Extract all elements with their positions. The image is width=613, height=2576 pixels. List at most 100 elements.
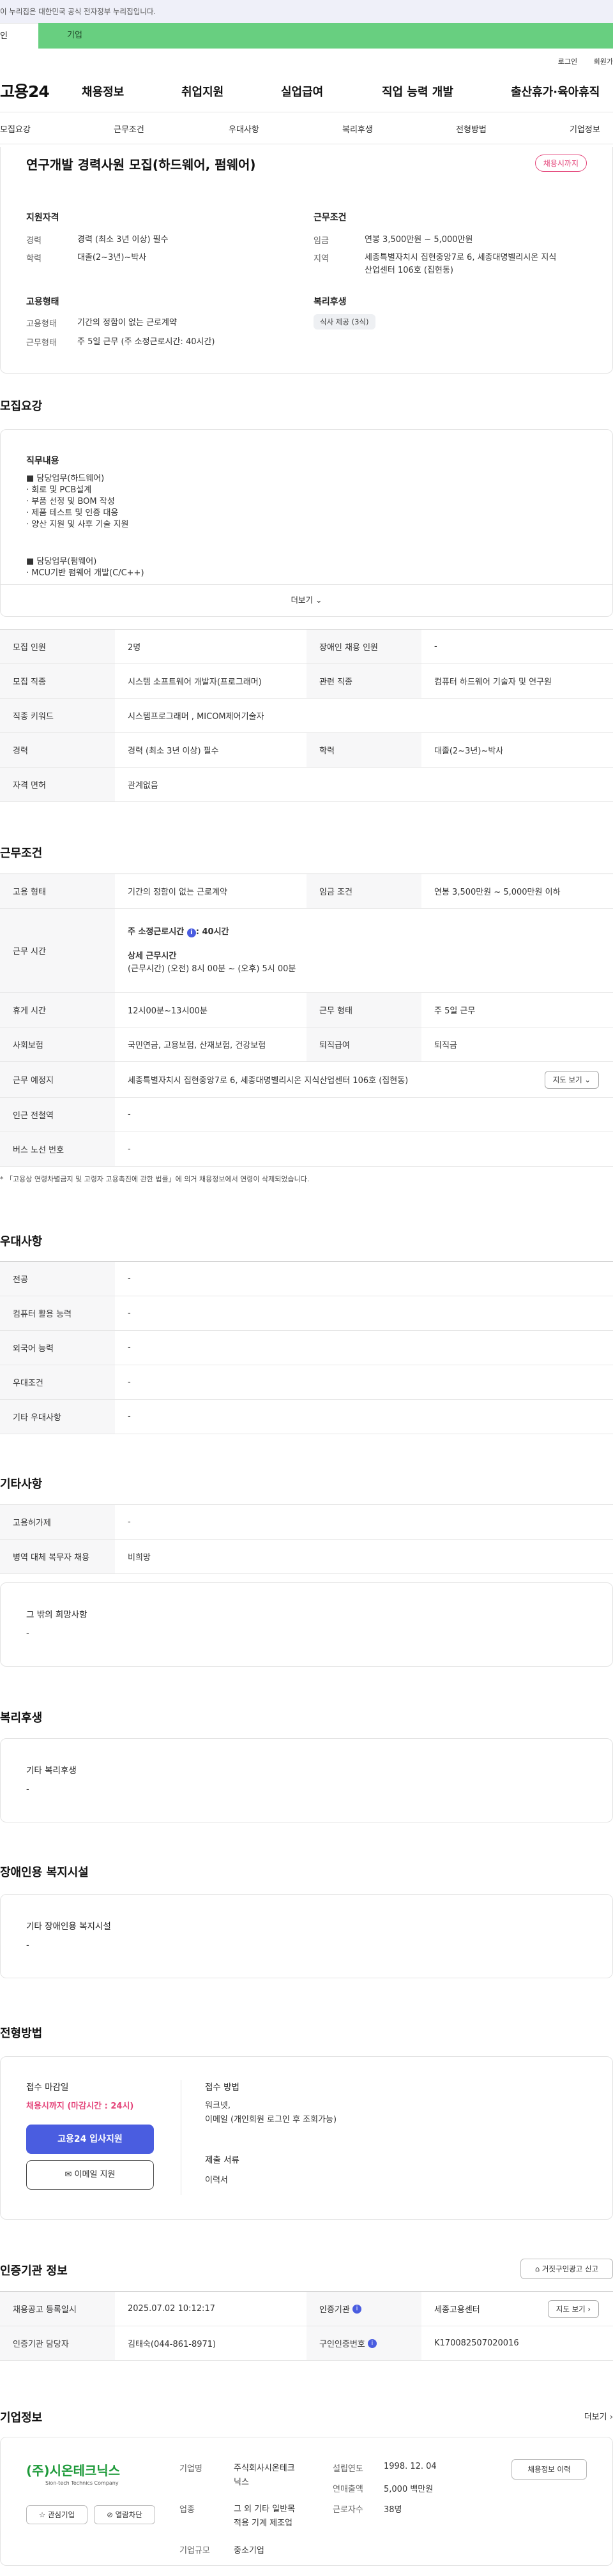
td: 2025.07.02 10:12:17 xyxy=(128,2304,215,2314)
th: 직종 키워드 xyxy=(0,699,115,732)
industry-value: 그 외 기타 일반목 적용 기계 제조업 xyxy=(234,2503,295,2531)
size-value: 중소기업 xyxy=(234,2546,264,2556)
apply-button[interactable]: 고용24 입사지원 xyxy=(26,2125,154,2154)
recruit-table: 모집 인원 2명 장애인 채용 인원 - 모집 직종 시스템 소프트웨어 개발자(프로그… xyxy=(0,629,613,802)
td: 연봉 3,500만원 ~ 5,000만원 이하 xyxy=(434,888,561,897)
td: 비희망 xyxy=(128,1553,151,1563)
td: 관계없음 xyxy=(128,781,158,791)
industry-label: 업종 xyxy=(179,2505,195,2515)
th: 모집 직종 xyxy=(0,664,115,698)
th: 경력 xyxy=(0,733,115,767)
welfare-box-title: 기타 복리후생 xyxy=(26,1766,77,1776)
section-title-recruit: 모집요강 xyxy=(0,400,43,413)
th: 구인인증번호 i xyxy=(306,2326,421,2360)
value: 경력 (최소 3년 이상) 필수 xyxy=(77,235,169,245)
td: 국민연금, 고용보험, 산재보험, 건강보험 xyxy=(128,1041,266,1050)
duty-lines: ■ 담당업무(하드웨어) · 회로 및 PCB설계 · 부품 선정 및 BOM … xyxy=(26,473,144,579)
th: 기타 우대사항 xyxy=(0,1400,115,1434)
company-more-link[interactable]: 더보기 › xyxy=(584,2410,613,2422)
favorite-company-button[interactable]: ☆ 관심기업 xyxy=(26,2505,87,2524)
th: 고용 형태 xyxy=(0,874,115,908)
company-name-value: 주식회사시온테크 닉스 xyxy=(234,2462,295,2490)
hiring-history-button[interactable]: 채용정보 이력 xyxy=(511,2459,587,2480)
duty-line: ■ 담당업무(펌웨어) xyxy=(26,557,97,566)
job-title: 연구개발 경력사원 모집(하드웨어, 펌웨어) xyxy=(26,157,256,172)
deadline-value: 채용시까지 (마감시간 : 24시) xyxy=(26,2102,134,2111)
label: 지역 xyxy=(314,254,329,264)
cert-map-button[interactable]: 지도 보기 › xyxy=(547,2300,599,2318)
td: 컴퓨터 하드웨어 기술자 및 연구원 xyxy=(434,678,552,687)
age-note: * 「고용상 연령차별금지 및 고령자 고용촉진에 관한 법률」에 의거 채용정… xyxy=(0,1175,310,1183)
subnav-recruit[interactable]: 모집요강 xyxy=(0,123,31,135)
info-icon[interactable]: i xyxy=(186,928,196,937)
global-nav: 고용24 채용정보 취업지원 실업급여 직업 능력 개발 출산휴가·육아휴직 xyxy=(0,69,613,112)
cond-heading: 근무조건 xyxy=(314,213,347,223)
gnb-employment-support[interactable]: 취업지원 xyxy=(181,83,223,100)
th: 전공 xyxy=(0,1262,115,1296)
gnb-unemployment-benefit[interactable]: 실업급여 xyxy=(281,83,323,100)
value: 주 5일 근무 (주 소정근로시간: 40시간) xyxy=(77,337,215,347)
etc-box-title: 그 밖의 희망사항 xyxy=(26,1610,87,1620)
td: - xyxy=(128,1343,131,1352)
join-link[interactable]: 회원가 xyxy=(594,57,613,66)
top-tabs: 인 기업 xyxy=(0,23,613,49)
more-label: 더보기 xyxy=(584,2413,607,2422)
table-row: 버스 노선 번호 - xyxy=(0,1132,613,1167)
emp-type: 고용형태 기간의 정함이 없는 근로계약 xyxy=(26,317,177,330)
section-title-conditions: 근무조건 xyxy=(0,847,43,860)
region-line2: 산업센터 106호 (집현동) xyxy=(365,266,453,275)
email-apply-button[interactable]: ✉ 이메일 지원 xyxy=(26,2160,154,2190)
th: 우대조건 xyxy=(0,1365,115,1399)
block-company-button[interactable]: ⊘ 열람차단 xyxy=(94,2505,155,2524)
td: 시스템 소프트웨어 개발자(프로그래머) xyxy=(128,678,262,687)
value: 대졸(2~3년)~박사 xyxy=(77,253,147,262)
th: 컴퓨터 활용 능력 xyxy=(0,1296,115,1330)
td: - xyxy=(434,642,437,651)
table-row: 고용허가제 - xyxy=(0,1505,613,1540)
more-button[interactable]: 더보기 ⌄ xyxy=(1,584,612,617)
disability-box-title: 기타 장애인용 복지시설 xyxy=(26,1921,111,1932)
info-icon[interactable]: i xyxy=(367,2338,377,2348)
gnb-parental-leave[interactable]: 출산휴가·육아휴직 xyxy=(511,83,600,100)
section-title-preference: 우대사항 xyxy=(0,1235,43,1248)
td: - xyxy=(128,1274,131,1284)
company-logo-sub: Sion-tech Technics Company xyxy=(45,2480,119,2486)
th: 인근 전철역 xyxy=(0,1098,115,1132)
qual-heading: 지원자격 xyxy=(26,213,59,223)
login-link[interactable]: 로그인 xyxy=(558,57,577,66)
report-button[interactable]: ⌂ 거짓구인광고 신고 xyxy=(520,2259,613,2279)
etc-box-value: - xyxy=(26,1629,29,1639)
duty-line: · 양산 지원 및 사후 기술 지원 xyxy=(26,520,129,529)
welfare-box: 기타 복리후생 - xyxy=(0,1738,613,1822)
email-apply-label: 이메일 지원 xyxy=(74,2170,116,2179)
th: 관련 직종 xyxy=(306,664,421,698)
gnb-job-info[interactable]: 채용정보 xyxy=(82,83,124,100)
tab-person[interactable]: 인 xyxy=(0,23,38,49)
star-icon: ☆ xyxy=(38,2510,46,2519)
company-logo: (주)시온테크닉스 Sion-tech Technics Company xyxy=(26,2460,160,2492)
map-label: 지도 보기 xyxy=(556,2305,586,2314)
logo[interactable]: 고용24 xyxy=(0,79,50,102)
duty-heading: 직무내용 xyxy=(26,456,59,466)
map-button[interactable]: 지도 보기 ⌄ xyxy=(544,1071,599,1089)
subnav-company[interactable]: 기업정보 xyxy=(570,123,600,135)
table-row: 휴게 시간 12시00분~13시00분 근무 형태 주 5일 근무 xyxy=(0,993,613,1027)
td: 경력 (최소 3년 이상) 필수 xyxy=(128,746,219,756)
industry-line: 적용 기계 제조업 xyxy=(234,2519,292,2528)
info-icon[interactable]: i xyxy=(352,2304,361,2314)
duty-line: · 제품 테스트 및 인증 대응 xyxy=(26,508,119,518)
table-row: 우대조건 - xyxy=(0,1365,613,1400)
subnav-conditions[interactable]: 근무조건 xyxy=(114,123,144,135)
gnb-vocational-training[interactable]: 직업 능력 개발 xyxy=(382,83,453,100)
td: 김태숙(044-861-8971) xyxy=(128,2340,216,2349)
label: 고용형태 xyxy=(26,319,57,329)
table-row: 자격 면허 관계없음 xyxy=(0,768,613,802)
duty-line: · MCU기반 펌웨어 개발(C/C++) xyxy=(26,568,144,578)
subnav-welfare[interactable]: 복리후생 xyxy=(342,123,373,135)
tab-company[interactable]: 기업 xyxy=(38,23,613,49)
subnav-preference[interactable]: 우대사항 xyxy=(229,123,259,135)
docs-heading: 제출 서류 xyxy=(205,2155,239,2165)
td: - xyxy=(128,1517,131,1527)
subnav-selection[interactable]: 전형방법 xyxy=(456,123,487,135)
label: 근무형태 xyxy=(26,338,57,348)
